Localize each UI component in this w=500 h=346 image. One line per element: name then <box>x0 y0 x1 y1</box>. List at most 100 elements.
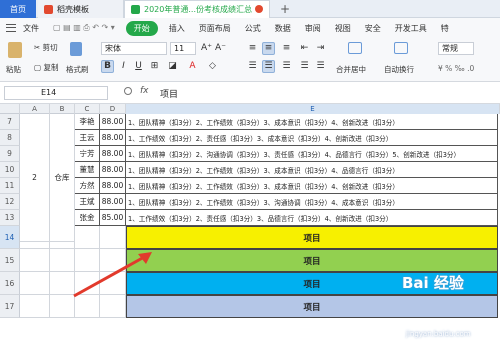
merge-center-icon[interactable] <box>348 42 362 54</box>
underline-button[interactable]: U <box>132 60 145 73</box>
menu-file[interactable]: 文件 <box>16 23 46 34</box>
corner-cell[interactable] <box>0 104 20 114</box>
column-header-a[interactable]: A <box>20 104 50 114</box>
empty-cell[interactable] <box>100 249 126 272</box>
paste-button[interactable]: 粘贴 <box>6 64 21 75</box>
format-painter-button[interactable]: 格式刷 <box>66 64 89 75</box>
description-cell[interactable]: 1、团队精神（扣3分）2、工作绩效（扣3分）3、成本意识（扣3分）4、品德言行（… <box>126 162 498 178</box>
row-header[interactable]: 15 <box>0 249 20 272</box>
group-number-cell[interactable]: 2 <box>20 114 50 242</box>
description-cell[interactable]: 1、团队精神（扣3分）2、工作绩效（扣3分）3、成本意识（扣3分）4、创新改进（… <box>126 178 498 194</box>
close-icon[interactable] <box>255 5 263 13</box>
menu-review[interactable]: 审阅 <box>298 23 328 34</box>
italic-button[interactable]: I <box>117 60 130 73</box>
description-cell[interactable]: 1、团队精神（扣3分）2、工作绩效（扣3分）3、沟通协调（扣3分）4、成本意识（… <box>126 194 498 210</box>
bold-button[interactable]: B <box>101 60 114 73</box>
justify-button[interactable]: ☰ <box>298 60 311 73</box>
empty-cell[interactable] <box>20 249 50 272</box>
row-header[interactable]: 16 <box>0 272 20 295</box>
fx-button[interactable]: fx <box>140 86 149 96</box>
menu-insert[interactable]: 插入 <box>162 23 192 34</box>
empty-cell[interactable] <box>75 249 100 272</box>
score-cell[interactable]: 88.00 <box>100 114 126 130</box>
project-band-cell[interactable]: 项目 <box>126 249 498 272</box>
project-band-cell[interactable]: 项目 <box>126 226 498 249</box>
menu-developer[interactable]: 开发工具 <box>388 23 434 34</box>
column-header-c[interactable]: C <box>75 104 100 114</box>
quick-access[interactable]: ▢ ▤ ▥ ⎙ ↶ ↷ ▾ <box>46 23 122 33</box>
menu-view[interactable]: 视图 <box>328 23 358 34</box>
format-painter-icon[interactable] <box>70 42 82 56</box>
align-center-button[interactable]: ☰ <box>262 60 275 73</box>
description-cell[interactable]: 1、团队精神（扣3分）2、工作绩效（扣3分）3、成本意识（扣3分）4、创新改进（… <box>126 114 498 130</box>
name-cell[interactable]: 董慧 <box>75 162 100 178</box>
description-cell[interactable]: 1、工作绩效（扣3分）2、责任感（扣3分）3、品德言行（扣3分）4、创新改进（扣… <box>126 210 498 226</box>
font-grow-button[interactable]: A⁺ <box>200 42 213 55</box>
column-header-d[interactable]: D <box>100 104 126 114</box>
tab-template[interactable]: 稻壳模板 <box>38 0 124 18</box>
border-button[interactable]: ⊞ <box>148 60 161 73</box>
font-name-select[interactable]: 宋体 <box>101 42 167 55</box>
font-size-select[interactable]: 11 <box>170 42 196 55</box>
menu-icon[interactable] <box>6 24 16 32</box>
align-bottom-button[interactable]: ≡ <box>280 42 293 55</box>
font-color-button[interactable]: A <box>186 60 199 73</box>
tab-home[interactable]: 首页 <box>0 0 36 18</box>
empty-cell[interactable] <box>50 272 75 295</box>
row-header[interactable]: 7 <box>0 114 20 130</box>
menu-special[interactable]: 特 <box>434 23 456 34</box>
align-top-button[interactable]: ≡ <box>246 42 259 55</box>
wrap-text-button[interactable]: 自动换行 <box>384 64 414 75</box>
group-dept-cell[interactable]: 仓库 <box>50 114 75 242</box>
formula-input[interactable]: 项目 <box>160 87 178 100</box>
row-header[interactable]: 10 <box>0 162 20 178</box>
align-middle-button[interactable]: ≡ <box>262 42 275 55</box>
description-cell[interactable]: 1、团队精神（扣3分）2、沟通协调（扣3分）3、责任感（扣3分）4、品德言行（扣… <box>126 146 498 162</box>
cut-button[interactable]: ✂ 剪切 <box>34 42 58 53</box>
fill-color-button[interactable]: ◪ <box>166 60 179 73</box>
score-cell[interactable]: 88.00 <box>100 194 126 210</box>
name-cell[interactable]: 王云 <box>75 130 100 146</box>
merge-center-button[interactable]: 合并居中 <box>336 64 366 75</box>
column-header-b[interactable]: B <box>50 104 75 114</box>
row-header[interactable]: 12 <box>0 194 20 210</box>
name-cell[interactable]: 李艳 <box>75 114 100 130</box>
menu-formula[interactable]: 公式 <box>238 23 268 34</box>
name-cell[interactable]: 方然 <box>75 178 100 194</box>
empty-cell[interactable] <box>50 295 75 318</box>
row-header[interactable]: 14 <box>0 226 20 249</box>
empty-cell[interactable] <box>75 295 100 318</box>
description-cell[interactable]: 1、工作绩效（扣3分）2、责任感（扣3分）3、成本意识（扣3分）4、创新改进（扣… <box>126 130 498 146</box>
outdent-button[interactable]: ⇥ <box>314 42 327 55</box>
paste-icon[interactable] <box>8 42 22 58</box>
empty-cell[interactable] <box>100 226 126 249</box>
align-left-button[interactable]: ☰ <box>246 60 259 73</box>
score-cell[interactable]: 85.00 <box>100 210 126 226</box>
empty-cell[interactable] <box>75 272 100 295</box>
menu-data[interactable]: 数据 <box>268 23 298 34</box>
empty-cell[interactable] <box>50 249 75 272</box>
empty-cell[interactable] <box>20 295 50 318</box>
empty-cell[interactable] <box>75 226 100 249</box>
menu-page-layout[interactable]: 页面布局 <box>192 23 238 34</box>
score-cell[interactable]: 88.00 <box>100 146 126 162</box>
number-format-select[interactable]: 常规 <box>438 42 474 55</box>
align-right-button[interactable]: ☰ <box>280 60 293 73</box>
score-cell[interactable]: 88.00 <box>100 162 126 178</box>
row-header[interactable]: 8 <box>0 130 20 146</box>
empty-cell[interactable] <box>100 272 126 295</box>
name-cell[interactable]: 张金 <box>75 210 100 226</box>
number-format-icons[interactable]: ¥ % ‰ .0 <box>438 64 474 73</box>
menu-security[interactable]: 安全 <box>358 23 388 34</box>
project-band-cell[interactable]: 项目 <box>126 295 498 318</box>
name-cell[interactable]: 宁芳 <box>75 146 100 162</box>
distributed-button[interactable]: ☰ <box>314 60 327 73</box>
tab-document[interactable]: 2020年普通...份考核成绩汇总 <box>124 0 270 18</box>
row-header[interactable]: 9 <box>0 146 20 162</box>
empty-cell[interactable] <box>20 272 50 295</box>
row-header[interactable]: 13 <box>0 210 20 226</box>
font-shrink-button[interactable]: A⁻ <box>214 42 227 55</box>
column-header-e[interactable]: E <box>126 104 500 114</box>
score-cell[interactable]: 88.00 <box>100 178 126 194</box>
indent-button[interactable]: ⇤ <box>298 42 311 55</box>
